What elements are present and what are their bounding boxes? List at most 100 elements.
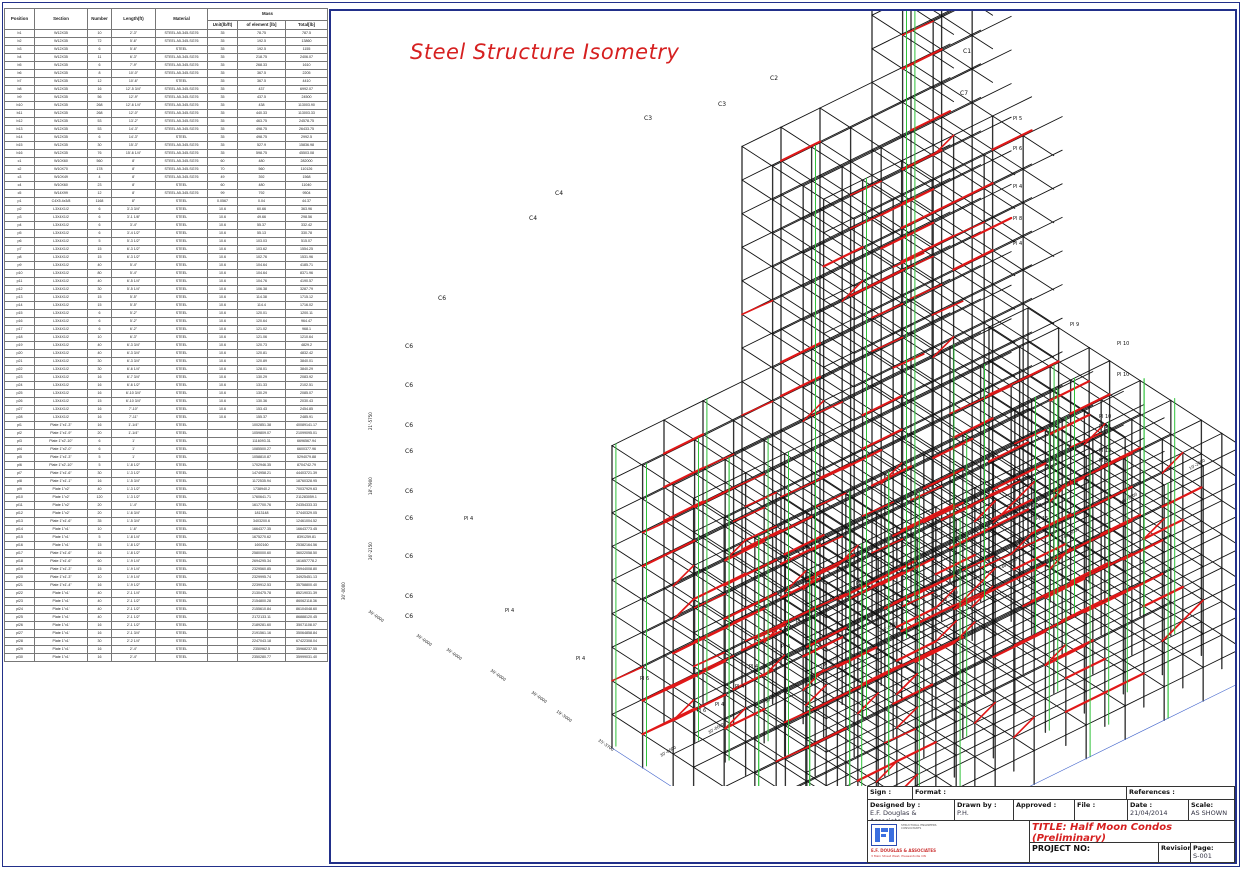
table-cell: STEEL — [155, 509, 208, 518]
table-cell: pl18 — [4, 557, 35, 566]
table-row: pl21 Plate 1"x1'-4" 16 1'-9 1/2" STEEL 223991… — [4, 581, 329, 590]
steel-beam — [780, 443, 821, 464]
table-cell: 4829.2 — [284, 341, 329, 350]
red-beam — [922, 636, 964, 658]
steel-beam — [1202, 483, 1235, 500]
table-cell: p12 — [4, 285, 35, 294]
red-beam — [1061, 600, 1103, 622]
table-cell: 6'-3 3/4" — [111, 349, 156, 358]
steel-beam — [1131, 534, 1172, 555]
table-cell: 20 — [87, 509, 112, 518]
steel-beam — [901, 638, 955, 666]
table-cell: L3X4X1/2 — [34, 221, 88, 230]
steel-beam — [914, 775, 937, 786]
red-beam — [900, 604, 955, 633]
steel-beam — [983, 269, 1024, 290]
table-row: pl24 Plate 1"x1' 40 2'-1 1/2" STEEL 2155610.8… — [4, 605, 329, 614]
table-cell: 1664377.35 — [237, 525, 286, 534]
table-cell: 13'-2" — [111, 117, 156, 126]
table-row: pl20 Plate 1"x1'-3" 10 1'-9 1/4" STEEL 232999… — [4, 573, 329, 582]
steel-beam — [880, 155, 934, 182]
table-cell: Plate 1"x2' — [34, 509, 88, 518]
steel-beam — [992, 197, 1033, 218]
red-beam — [1022, 585, 1064, 608]
steel-beam — [1022, 284, 1063, 305]
steel-beam — [1221, 500, 1235, 510]
table-cell: W12X35 — [34, 141, 88, 150]
drawn-by-value: P.H. — [957, 809, 969, 817]
table-cell: 35 — [207, 109, 238, 118]
table-cell: 6 — [87, 45, 112, 54]
table-cell: L3X4X1/2 — [34, 405, 88, 414]
plate-label: Pl 10 — [1099, 414, 1111, 420]
steel-beam — [1061, 399, 1102, 420]
table-cell: p6 — [4, 237, 35, 246]
red-beam — [1064, 691, 1106, 713]
steel-beam — [763, 420, 804, 441]
table-cell: STEEL — [155, 237, 208, 246]
steel-beam — [1163, 532, 1204, 553]
table-cell: p23 — [4, 373, 35, 382]
steel-beam — [1124, 686, 1165, 707]
steel-beam — [910, 398, 943, 420]
table-cell: W10X60 — [34, 157, 88, 166]
steel-beam — [1122, 438, 1163, 460]
steel-beam — [811, 127, 852, 148]
table-cell: 6600377.96 — [284, 445, 329, 454]
table-cell: 1568 — [284, 173, 329, 182]
table-cell — [207, 637, 238, 646]
table-cell: 5'-3 1/2" — [111, 237, 156, 246]
sign-cell: Sign : — [867, 786, 913, 800]
table-cell: STEEL — [155, 381, 208, 390]
table-row: pl5 Plate 1"x1'-3" 5 1' STEEL 1058810.87 52940… — [4, 453, 329, 462]
steel-beam — [941, 197, 982, 218]
scale-cell: Scale: AS SHOWN — [1188, 799, 1235, 821]
table-row: pl10 Plate 1"x2' 120 1'-3 1/2" STEEL 1760641.… — [4, 493, 329, 502]
table-cell: p7 — [4, 245, 35, 254]
steel-beam — [1104, 538, 1145, 559]
table-cell: 5'-4" — [111, 261, 156, 270]
steel-beam — [741, 145, 774, 167]
red-beam — [971, 216, 1013, 239]
table-cell: 4 — [87, 173, 112, 182]
steel-beam — [971, 83, 1012, 104]
steel-beam — [871, 350, 904, 372]
table-cell: pl9 — [4, 485, 35, 494]
steel-beam — [1124, 618, 1165, 640]
steel-beam — [672, 551, 695, 567]
table-cell: STEEL — [155, 461, 208, 470]
steel-beam — [780, 107, 821, 128]
table-cell: 40 — [87, 485, 112, 494]
column-label: C2 — [770, 75, 778, 82]
table-row: b16 W12X35 76 15'-6 1/4" STEEL A5-345-SG76 35… — [4, 149, 329, 158]
red-beam — [641, 707, 696, 736]
table-cell: STEEL — [155, 597, 208, 606]
header-section: Section — [34, 8, 88, 30]
table-cell: p4 — [4, 221, 35, 230]
steel-beam — [780, 328, 813, 350]
steel-beam — [819, 208, 852, 230]
red-beam — [1142, 585, 1184, 608]
table-cell: 56 — [87, 93, 112, 102]
steel-beam — [971, 68, 994, 83]
table-cell: 6 — [87, 221, 112, 230]
table-cell: 6'-2" — [111, 325, 156, 334]
table-cell: p8 — [4, 253, 35, 262]
steel-beam — [663, 621, 696, 642]
steel-beam — [672, 619, 695, 634]
table-row: p4 L3X4X1/2 6 3'-4" STEEL 10.6 55.37 332.42 — [4, 221, 329, 230]
steel-beam — [910, 43, 951, 64]
steel-beam — [871, 129, 912, 151]
table-cell: 8 — [87, 69, 112, 78]
plate-label: Pl 16 — [904, 562, 916, 568]
dimension-label: 30'-0000 — [445, 647, 463, 662]
steel-beam — [784, 721, 816, 743]
table-cell: STEEL A5-345-SG76 — [155, 85, 208, 94]
bracing-member — [783, 707, 817, 724]
table-row: pl2 Plate 1"x1'-9" 20 1'-1/4" STEEL 1059809.0… — [4, 429, 329, 438]
steel-beam — [694, 420, 735, 441]
steel-beam — [932, 188, 955, 203]
table-cell — [207, 605, 238, 614]
table-cell: 12'-5 3/4" — [111, 85, 156, 94]
steel-beam — [941, 63, 982, 84]
